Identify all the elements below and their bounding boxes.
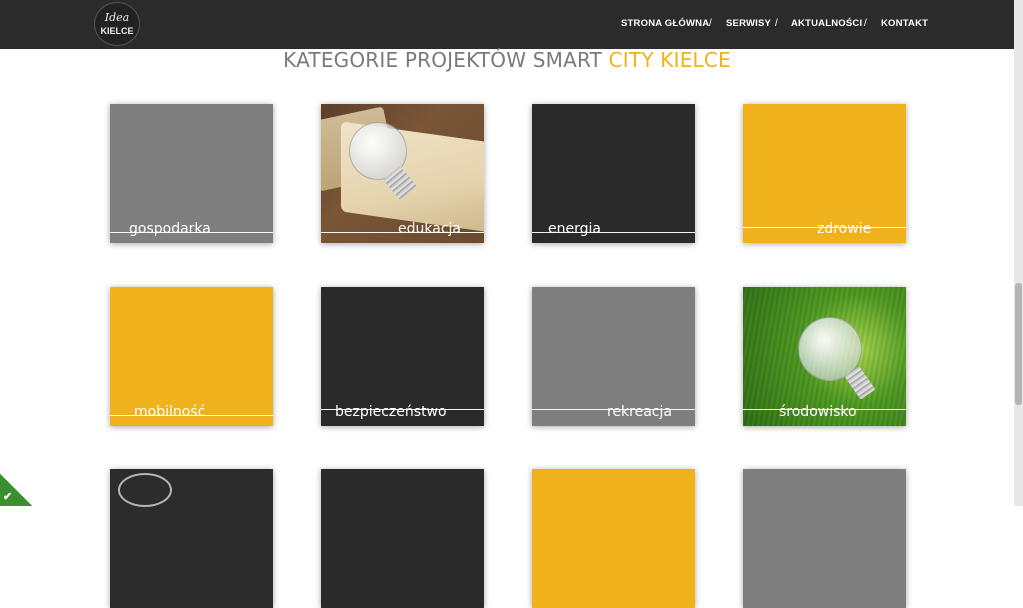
category-tile-zdrowie[interactable]: zdrowie [743,104,906,243]
page-title-accent: CITY KIELCE [608,48,731,72]
category-label: zdrowie [817,221,872,237]
category-tile-edukacja[interactable]: edukacja [321,104,484,243]
category-label: środowisko [779,404,857,420]
category-tile-bezpieczenstwo[interactable]: bezpieczeństwo [321,287,484,426]
top-navigation-bar: Idea KIELCE STRONA GŁÓWNA / SERWISY / AK… [0,0,1014,49]
site-logo[interactable]: Idea KIELCE [94,2,140,46]
category-tile-mobilnosc[interactable]: mobilność [110,287,273,426]
nav-separator: / [775,18,778,29]
nav-item-contact[interactable]: KONTAKT [881,18,928,29]
category-tile-row3-3[interactable] [532,469,695,608]
chalk-drawing [118,473,172,507]
category-label: energia [548,221,601,237]
cookie-accept-badge[interactable]: ✔ [0,474,32,506]
category-tile-rekreacja[interactable]: rekreacja [532,287,695,426]
category-label: mobilność [134,404,206,420]
category-tile-srodowisko[interactable]: środowisko [743,287,906,426]
nav-separator: / [709,18,712,29]
category-tile-row3-2[interactable] [321,469,484,608]
category-tile-row3-4[interactable] [743,469,906,608]
nav-separator: / [864,18,867,29]
page-title: KATEGORIE PROJEKTÓW SMART CITY KIELCE [0,48,1014,72]
category-label: gospodarka [129,221,211,237]
page-title-main: KATEGORIE PROJEKTÓW SMART [283,48,603,72]
scrollbar-thumb[interactable] [1015,283,1022,405]
category-tile-energia[interactable]: energia [532,104,695,243]
category-label: bezpieczeństwo [335,404,447,420]
page-scrollbar[interactable] [1014,0,1023,506]
logo-text-idea: Idea [104,11,130,24]
logo-text-kielce: KIELCE [100,26,134,36]
nav-item-home[interactable]: STRONA GŁÓWNA [621,18,709,29]
category-label: edukacja [398,221,461,237]
nav-item-news[interactable]: AKTUALNOŚCI [791,18,862,29]
category-label: rekreacja [607,404,672,420]
category-tile-gospodarka[interactable]: gospodarka [110,104,273,243]
checkmark-icon: ✔ [3,491,13,503]
category-tile-row3-1[interactable] [110,469,273,608]
nav-item-services[interactable]: SERWISY [726,18,771,29]
